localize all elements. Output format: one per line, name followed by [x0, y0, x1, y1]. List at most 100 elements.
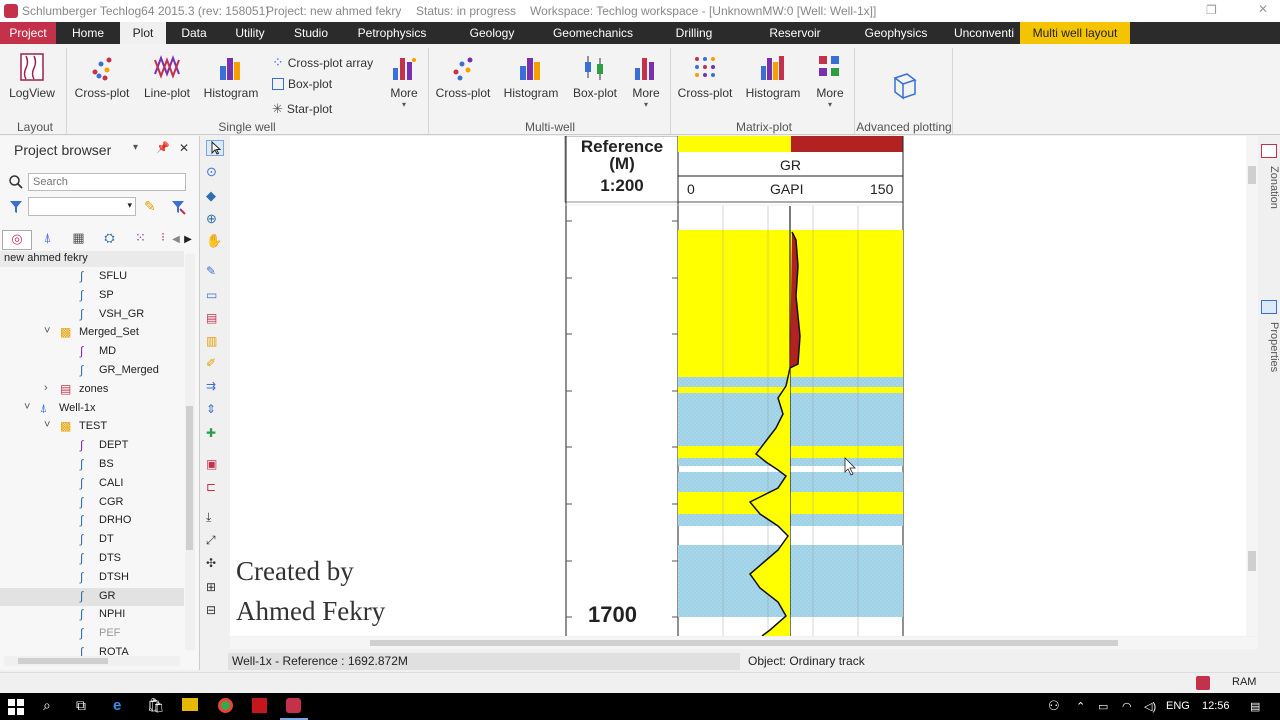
fit-vertical-icon[interactable]: ⤓	[206, 510, 224, 526]
zonation-tab-icon[interactable]	[1261, 144, 1277, 158]
single-well-more-button[interactable]: More ▾	[384, 52, 424, 109]
tab-multi-well-layout[interactable]: Multi well layout	[1020, 22, 1130, 44]
tree-item[interactable]: ∫ CALI	[0, 475, 184, 493]
tree-horizontal-scrollbar[interactable]	[4, 656, 180, 666]
matrix-histogram-button[interactable]: Histogram	[744, 52, 802, 100]
tree-item[interactable]: ∫ ROTA	[0, 644, 184, 656]
techlog-taskbar-icon[interactable]	[286, 698, 301, 713]
tree-item[interactable]: ∫ VSH_GR	[0, 306, 184, 324]
tab-drilling[interactable]: Drilling	[642, 22, 746, 44]
fill-icon[interactable]: ▥	[206, 334, 224, 350]
multi-well-more-button[interactable]: More ▾	[628, 52, 664, 109]
comment-icon[interactable]: ▭	[206, 288, 224, 304]
tree-hscroll-thumb[interactable]	[18, 658, 108, 664]
notifications-icon[interactable]: ▤	[1250, 700, 1260, 713]
pencil-icon[interactable]: ✎	[144, 198, 156, 215]
wifi-icon[interactable]: ◠	[1122, 700, 1132, 713]
multi-histogram-button[interactable]: Histogram	[502, 52, 560, 100]
lock-layout-icon[interactable]: ⊞	[206, 580, 224, 596]
tree-scroll-thumb[interactable]	[186, 406, 193, 550]
tab-utility[interactable]: Utility	[222, 22, 278, 44]
tree-expand-icon[interactable]: ›	[44, 382, 48, 394]
plot-hscroll-thumb[interactable]	[370, 640, 1118, 646]
language-indicator[interactable]: ENG	[1166, 700, 1190, 712]
table-tab-icon[interactable]: ▦	[63, 230, 94, 250]
matrix-crossplot-button[interactable]: Cross-plot	[676, 52, 734, 100]
tab-plot[interactable]: Plot	[120, 22, 166, 44]
tab-petrophysics[interactable]: Petrophysics	[344, 22, 440, 44]
tree-item[interactable]: ∫ GR_Merged	[0, 362, 184, 380]
tab-project[interactable]: Project	[0, 22, 56, 44]
tree-item[interactable]: ∫ SP	[0, 287, 184, 305]
histogram-button[interactable]: Histogram	[202, 52, 260, 100]
tree-item[interactable]: ∫ DEPT	[0, 437, 184, 455]
fit-all-icon[interactable]: ✣	[206, 556, 224, 572]
logview-button[interactable]: LogView	[8, 52, 56, 100]
tree-root-row[interactable]: new ahmed fekry	[0, 251, 184, 267]
tree-expand-icon[interactable]: ˅	[44, 325, 50, 337]
tab-geology[interactable]: Geology	[440, 22, 544, 44]
battery-icon[interactable]: ▭	[1098, 700, 1108, 713]
plot-tab-icon[interactable]: ⁙	[125, 230, 156, 250]
tab-scroll-left-icon[interactable]: ◀	[170, 230, 182, 250]
track-icon[interactable]: ⊏	[206, 480, 224, 496]
tab-unconventional[interactable]: Unconventi	[948, 22, 1020, 44]
pin-icon[interactable]: 📌	[156, 141, 170, 154]
tab-data[interactable]: Data	[166, 22, 222, 44]
tree-item[interactable]: ∫ MD	[0, 343, 184, 361]
tab-studio[interactable]: Studio	[278, 22, 344, 44]
properties-tab[interactable]: Properties	[1258, 322, 1280, 392]
tree-item[interactable]: ∫ DTS	[0, 550, 184, 568]
brush-icon[interactable]: ✐	[206, 356, 224, 372]
tree-item[interactable]: ∫ BS	[0, 456, 184, 474]
tree-item[interactable]: › ▤ zones	[0, 381, 184, 399]
multi-boxplot-button[interactable]: Box-plot	[570, 52, 620, 100]
well-tab-icon[interactable]: ⍋	[32, 230, 63, 250]
clock[interactable]: 12:56	[1202, 700, 1230, 712]
windows-start-icon[interactable]	[8, 699, 24, 718]
tree-item[interactable]: ˅ ⍋ Well-1x	[0, 400, 184, 418]
tree-item[interactable]: ∫ CGR	[0, 494, 184, 512]
zoom-in-icon[interactable]: ⊕	[206, 211, 224, 227]
tree-item[interactable]: ˅ ▩ TEST	[0, 418, 184, 436]
matrix-more-button[interactable]: More ▾	[812, 52, 848, 109]
tree-item[interactable]: ∫ PEF	[0, 625, 184, 643]
tree-item[interactable]: ∫ DT	[0, 531, 184, 549]
close-panel-icon[interactable]: ✕	[179, 141, 189, 155]
tree-item[interactable]: ∫ NPHI	[0, 606, 184, 624]
add-zone-icon[interactable]: ▤	[206, 311, 224, 327]
tree-item[interactable]: ∫ SFLU	[0, 268, 184, 286]
add-marker-icon[interactable]: ✚	[206, 426, 224, 442]
tree-item[interactable]: ∫ DTSH	[0, 569, 184, 587]
crossplot-array-button[interactable]: ⁘ Cross-plot array	[272, 54, 373, 71]
properties-tab-icon[interactable]	[1261, 300, 1277, 314]
file-explorer-icon[interactable]	[182, 698, 198, 711]
zonation-tab[interactable]: Zonation	[1258, 166, 1280, 226]
techlog-tray-icon[interactable]	[1196, 676, 1210, 690]
gr-track-title[interactable]: GR	[678, 157, 903, 173]
edge-browser-icon[interactable]: e	[113, 697, 121, 714]
tree-item[interactable]: ˅ ▩ Merged_Set	[0, 324, 184, 342]
tab-home[interactable]: Home	[56, 22, 120, 44]
restore-window-icon[interactable]: ❐	[1206, 3, 1217, 17]
taskbar-search-icon[interactable]: ⌕	[43, 697, 51, 714]
filter-icon[interactable]	[8, 199, 24, 218]
multi-crossplot-button[interactable]: Cross-plot	[434, 52, 492, 100]
volume-icon[interactable]: ◁)	[1144, 700, 1156, 713]
zoom-region-icon[interactable]: ⊙	[206, 164, 224, 180]
starplot-button[interactable]: ✳ Star-plot	[272, 101, 332, 117]
filter-dropdown[interactable]: ▾	[28, 197, 136, 216]
clear-filter-icon[interactable]	[170, 199, 186, 218]
plot-horizontal-scrollbar[interactable]	[230, 637, 1258, 649]
tab-scroll-right-icon[interactable]: ▶	[182, 230, 194, 250]
edit-curve-icon[interactable]: ✎	[206, 264, 224, 280]
chrome-icon[interactable]	[218, 698, 233, 713]
project-tab-icon[interactable]: ◎	[2, 230, 32, 250]
tree-expand-icon[interactable]: ˅	[44, 419, 50, 431]
search-input[interactable]	[28, 173, 186, 191]
scale-icon[interactable]: ⊟	[206, 603, 224, 619]
acrobat-icon[interactable]	[252, 698, 267, 713]
eraser-icon[interactable]: ◆	[206, 188, 224, 204]
python-tab-icon[interactable]: ⛭	[94, 230, 125, 250]
split-icon[interactable]: ⇕	[206, 402, 224, 418]
